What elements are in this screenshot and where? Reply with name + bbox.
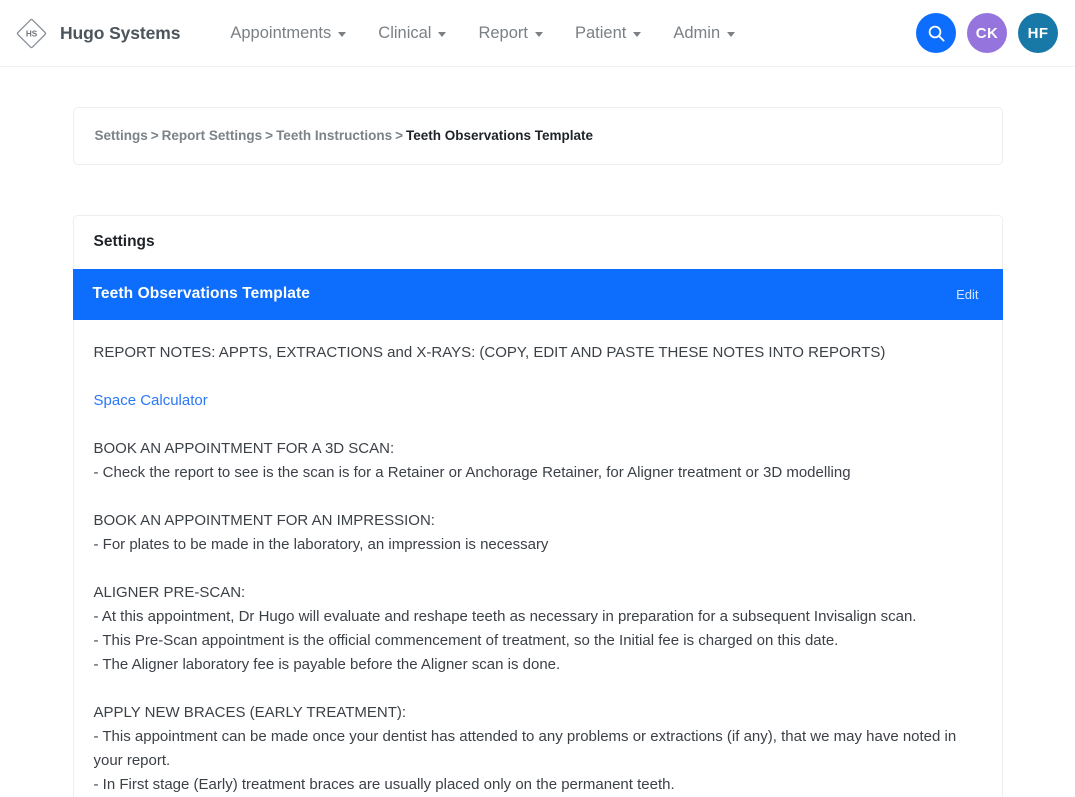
chevron-down-icon [438, 31, 447, 37]
main-nav: Appointments Clinical Report Patient Adm… [214, 16, 751, 51]
brand-name: Hugo Systems [60, 22, 181, 43]
template-title: Teeth Observations Template [92, 285, 310, 303]
nav-item-label: Appointments [230, 23, 332, 42]
search-button[interactable] [916, 13, 956, 53]
template-spacer [94, 413, 982, 437]
template-spacer [94, 557, 982, 581]
avatar-ck-initials: CK [975, 24, 999, 42]
navbar-actions: CK HF [916, 13, 1058, 53]
diamond-hs-logo-icon: HS [14, 16, 49, 51]
section-line: - For plates to be made in the laborator… [93, 535, 549, 553]
template-banner: Teeth Observations Template Edit [72, 268, 1003, 320]
settings-card: Settings Teeth Observations Template Edi… [72, 215, 1003, 797]
breadcrumb-separator: > [395, 128, 403, 143]
section-line: - At this appointment, Dr Hugo will eval… [93, 607, 917, 625]
page-body: Settings > Report Settings > Teeth Instructi… [0, 107, 1075, 797]
section-line: - In First stage (Early) treatment brace… [93, 775, 675, 793]
nav-item-report[interactable]: Report [462, 16, 559, 51]
chevron-down-icon [338, 31, 347, 37]
breadcrumb-item-settings[interactable]: Settings [95, 128, 148, 143]
section-line: - The Aligner laboratory fee is payable … [93, 655, 561, 673]
template-spacer [94, 365, 982, 389]
nav-item-appointments[interactable]: Appointments [214, 16, 362, 51]
content-container: Settings > Report Settings > Teeth Instructi… [72, 107, 1003, 797]
chevron-down-icon [535, 31, 543, 37]
breadcrumb-item-teeth-instructions[interactable]: Teeth Instructions [276, 128, 392, 143]
nav-item-label: Patient [575, 23, 627, 42]
breadcrumb-item-report-settings[interactable]: Report Settings [162, 128, 263, 143]
nav-item-label: Clinical [378, 23, 432, 42]
template-intro-line: REPORT NOTES: APPTS, EXTRACTIONS and X-R… [93, 343, 886, 361]
section-line: - This Pre-Scan appointment is the offic… [93, 631, 839, 649]
settings-card-title: Settings [93, 233, 155, 251]
section-line: - Check the report to see is the scan is… [93, 463, 851, 481]
section-line: - This appointment can be made once your… [93, 727, 961, 769]
section-heading-aligner-pre-scan: ALIGNER PRE-SCAN: [93, 583, 246, 601]
top-navbar: HS Hugo Systems Appointments Clinical Re… [0, 0, 1075, 67]
avatar-hf[interactable]: HF [1018, 13, 1058, 53]
breadcrumb-separator: > [150, 128, 159, 143]
edit-button[interactable]: Edit [952, 285, 982, 304]
nav-item-admin[interactable]: Admin [657, 16, 751, 51]
section-heading-apply-new-braces: APPLY NEW BRACES (EARLY TREATMENT): [93, 703, 407, 721]
space-calculator-link[interactable]: Space Calculator [94, 392, 208, 409]
nav-item-label: Report [478, 23, 528, 42]
nav-item-patient[interactable]: Patient [559, 16, 657, 51]
nav-item-clinical[interactable]: Clinical [362, 16, 462, 51]
chevron-down-icon [633, 31, 642, 37]
template-spacer [94, 677, 982, 701]
avatar-ck[interactable]: CK [967, 13, 1007, 53]
brand-logo-link[interactable]: HS Hugo Systems [14, 16, 180, 51]
template-spacer [94, 485, 982, 509]
space-calculator-line: Space Calculator [94, 389, 982, 413]
breadcrumb-item-current: Teeth Observations Template [405, 128, 594, 143]
section-heading-impression: BOOK AN APPOINTMENT FOR AN IMPRESSION: [93, 511, 435, 529]
breadcrumb: Settings > Report Settings > Teeth Instructi… [72, 107, 1003, 166]
breadcrumb-separator: > [265, 128, 274, 143]
nav-item-label: Admin [673, 23, 721, 42]
search-icon [927, 24, 946, 43]
section-heading-3d-scan: BOOK AN APPOINTMENT FOR A 3D SCAN: [93, 439, 395, 457]
logo-initials: HS [26, 29, 38, 38]
avatar-hf-initials: HF [1027, 24, 1049, 42]
chevron-down-icon [727, 31, 736, 37]
template-body: REPORT NOTES: APPTS, EXTRACTIONS and X-R… [74, 320, 1002, 797]
